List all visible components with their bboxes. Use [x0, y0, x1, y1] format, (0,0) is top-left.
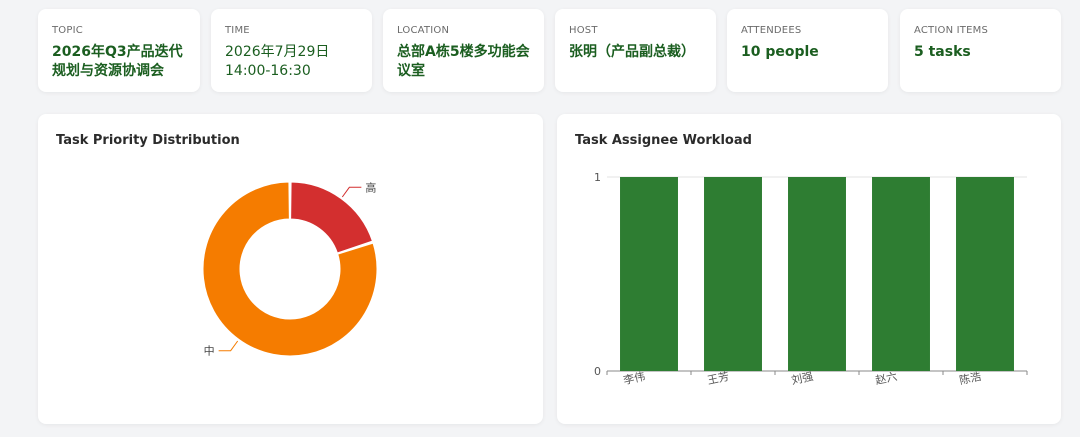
info-label: TOPIC: [52, 25, 83, 36]
info-label: TIME: [225, 25, 250, 36]
x-tick-label: 赵六: [874, 369, 898, 387]
info-card-action-items: ACTION ITEMS 5 tasks: [900, 9, 1061, 92]
bar: [872, 177, 930, 371]
x-tick-label: 陈浩: [958, 369, 982, 387]
priority-chart-panel: Task Priority Distribution 高中: [38, 114, 543, 424]
info-value: 张明（产品副总裁）: [569, 44, 695, 60]
workload-chart-panel: Task Assignee Workload 0 1 李伟 王芳 刘强 赵六 陈浩: [557, 114, 1061, 424]
pie-slice-label: 中: [204, 345, 215, 358]
info-value: 总部A栋5楼多功能会议室: [397, 44, 530, 79]
priority-donut-chart: 高中: [202, 180, 378, 358]
y-tick-label: 0: [594, 365, 601, 378]
pie-slice-label: 高: [365, 180, 376, 194]
info-card-location: LOCATION 总部A栋5楼多功能会议室: [383, 9, 544, 92]
y-tick-label: 1: [594, 171, 601, 184]
bar: [956, 177, 1014, 371]
info-card-attendees: ATTENDEES 10 people: [727, 9, 888, 92]
info-card-topic: TOPIC 2026年Q3产品迭代规划与资源协调会: [38, 9, 200, 92]
bar: [620, 177, 678, 371]
info-label: ATTENDEES: [741, 25, 802, 36]
info-card-host: HOST 张明（产品副总裁）: [555, 9, 716, 92]
x-tick-label: 王芳: [706, 369, 730, 387]
info-value: 2026年7月29日 14:00-16:30: [225, 44, 330, 79]
workload-bar-chart: 0 1 李伟 王芳 刘强 赵六 陈浩: [594, 171, 1028, 387]
pie-label-line: [218, 340, 239, 352]
x-tick-label: 刘强: [790, 370, 814, 387]
info-label: ACTION ITEMS: [914, 25, 988, 36]
info-label: LOCATION: [397, 25, 450, 36]
bar: [704, 177, 762, 371]
info-value: 10 people: [741, 44, 819, 60]
info-label: HOST: [569, 25, 598, 36]
info-value: 2026年Q3产品迭代规划与资源协调会: [52, 44, 183, 79]
info-value: 5 tasks: [914, 44, 971, 60]
pie-label-line: [341, 186, 362, 198]
bar: [788, 177, 846, 371]
info-card-time: TIME 2026年7月29日 14:00-16:30: [211, 9, 372, 92]
x-tick-label: 李伟: [622, 369, 646, 387]
pie-slice: [290, 181, 374, 254]
